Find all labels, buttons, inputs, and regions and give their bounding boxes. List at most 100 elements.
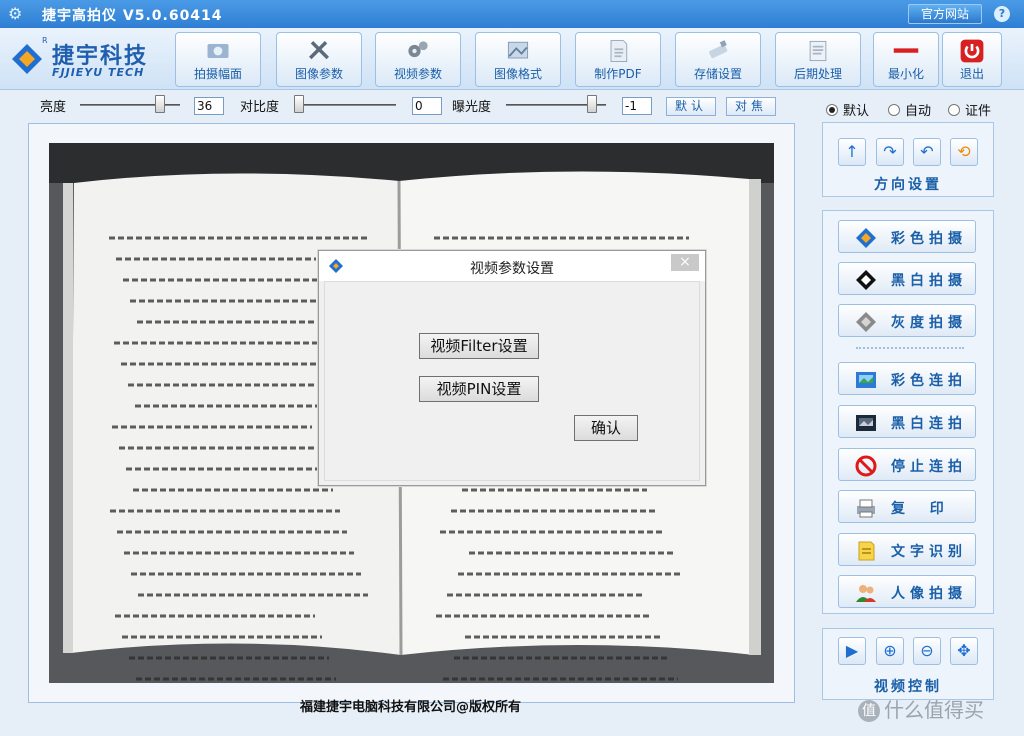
- toolbar-button-1[interactable]: 图像参数: [276, 32, 362, 87]
- mode-radio-1[interactable]: 自动: [888, 100, 931, 119]
- radio-dot[interactable]: [888, 104, 900, 116]
- burst-button-label: 复 印: [891, 501, 949, 517]
- bw-burst-icon: [856, 415, 876, 431]
- toolbar-button-label: 视频参数: [393, 67, 442, 81]
- registered-mark: R: [42, 36, 48, 45]
- burst-button-label: 彩色连拍: [891, 373, 967, 389]
- close-icon[interactable]: ×: [671, 254, 699, 271]
- capture-button-label: 彩色拍摄: [891, 231, 967, 247]
- toolbar-button-5[interactable]: 存储设置: [675, 32, 761, 87]
- fit-screen-icon[interactable]: ✥: [950, 637, 978, 665]
- mode-radio-2[interactable]: 证件: [948, 100, 991, 119]
- power-icon: [960, 39, 984, 63]
- capture-button-label: 灰度拍摄: [891, 315, 967, 331]
- color-burst-icon: [856, 372, 876, 388]
- direction-panel-title: 方向设置: [874, 177, 942, 193]
- exposure-label: 曝光度: [452, 100, 492, 115]
- rotate-left-icon[interactable]: ↶: [913, 138, 941, 166]
- contrast-slider[interactable]: [296, 104, 396, 106]
- dialog-title: 视频参数设置: [470, 261, 554, 277]
- brand-logo: R 捷宇科技 FJJIEYU TECH: [8, 34, 168, 84]
- gears-icon: [408, 41, 428, 58]
- radio-label: 自动: [905, 104, 932, 119]
- gear-icon[interactable]: ⚙: [8, 4, 22, 23]
- exposure-slider-thumb[interactable]: [587, 95, 597, 113]
- burst-button-0[interactable]: 彩色连拍: [838, 362, 976, 395]
- panel-divider: [856, 347, 964, 349]
- toolbar-button-label: 存储设置: [693, 67, 742, 81]
- auto-rotate-icon[interactable]: ⟲: [950, 138, 978, 166]
- radio-dot[interactable]: [948, 104, 960, 116]
- toolbar-button-4[interactable]: 制作PDF: [575, 32, 661, 87]
- toolbar-button-label: 退出: [959, 67, 984, 81]
- burst-button-4[interactable]: 文字识别: [838, 533, 976, 566]
- burst-button-1[interactable]: 黑白连拍: [838, 405, 976, 438]
- default-button[interactable]: 默认: [666, 97, 716, 116]
- help-icon[interactable]: ?: [994, 6, 1010, 22]
- capture-button-0[interactable]: 彩色拍摄: [838, 220, 976, 253]
- copyright-text: 福建捷宇电脑科技有限公司@版权所有: [300, 700, 522, 715]
- dialog-titlebar: 视频参数设置 ×: [319, 251, 705, 281]
- burst-button-label: 停止连拍: [891, 459, 967, 475]
- logo-mark-icon: [12, 44, 42, 74]
- toolbar-button-8[interactable]: 退出: [942, 32, 1002, 87]
- image-format-icon: [507, 41, 529, 59]
- toolbar-button-7[interactable]: 最小化: [873, 32, 939, 87]
- burst-button-3[interactable]: 复 印: [838, 490, 976, 523]
- radio-dot[interactable]: [826, 104, 838, 116]
- burst-button-5[interactable]: 人像拍摄: [838, 575, 976, 608]
- mode-radio-0[interactable]: 默认: [826, 100, 869, 119]
- contrast-value[interactable]: 0: [412, 97, 442, 115]
- brightness-slider-thumb[interactable]: [155, 95, 165, 113]
- color-capture-icon: [856, 228, 876, 248]
- burst-button-label: 文字识别: [891, 544, 967, 560]
- burst-button-2[interactable]: 停止连拍: [838, 448, 976, 481]
- gray-capture-icon: [856, 312, 876, 332]
- app-title: 捷宇高拍仪 V5.0.60414: [42, 8, 223, 24]
- toolbar-button-label: 拍摄幅面: [193, 67, 242, 81]
- toolbar-button-2[interactable]: 视频参数: [375, 32, 461, 87]
- bw-capture-icon: [856, 270, 876, 290]
- notepad-icon: [809, 40, 827, 62]
- rotate-right-icon[interactable]: ↷: [876, 138, 904, 166]
- toolbar-button-label: 后期处理: [793, 67, 842, 81]
- toolbar-button-0[interactable]: 拍摄幅面: [175, 32, 261, 87]
- toolbar-button-label: 制作PDF: [594, 67, 642, 81]
- video-panel-title: 视频控制: [874, 679, 942, 695]
- rotate-up-icon[interactable]: ↑: [838, 138, 866, 166]
- video-camera-icon[interactable]: ▶: [838, 637, 866, 665]
- video-pin-settings-button[interactable]: 视频PIN设置: [419, 376, 539, 402]
- brand-subtitle: FJJIEYU TECH: [52, 66, 145, 79]
- capture-button-1[interactable]: 黑白拍摄: [838, 262, 976, 295]
- exposure-value[interactable]: -1: [622, 97, 652, 115]
- minimize-icon: [893, 48, 919, 53]
- watermark: 值什么值得买: [858, 694, 984, 723]
- video-filter-settings-button[interactable]: 视频Filter设置: [419, 333, 539, 359]
- capture-button-label: 黑白拍摄: [891, 273, 967, 289]
- focus-button[interactable]: 对焦: [726, 97, 776, 116]
- brightness-label: 亮度: [40, 100, 67, 115]
- pdf-icon: [610, 40, 628, 62]
- people-icon: [856, 585, 876, 602]
- brightness-value[interactable]: 36: [194, 97, 224, 115]
- main-toolbar: R 捷宇科技 FJJIEYU TECH 拍摄幅面 图像参数 视频参数 图像格式 制作PD…: [0, 28, 1024, 90]
- radio-label: 证件: [965, 104, 992, 119]
- confirm-button[interactable]: 确认: [574, 415, 638, 441]
- video-params-dialog: 视频参数设置 × 视频Filter设置 视频PIN设置 确认: [318, 250, 706, 486]
- dialog-body: 视频Filter设置 视频PIN设置 确认: [324, 281, 700, 481]
- watermark-text: 什么值得买: [884, 698, 984, 722]
- stop-icon: [855, 455, 877, 477]
- brightness-slider[interactable]: [80, 104, 180, 106]
- zoom-in-icon[interactable]: ⊕: [876, 637, 904, 665]
- toolbar-button-label: 图像格式: [493, 67, 542, 81]
- contrast-slider-thumb[interactable]: [294, 95, 304, 113]
- capture-button-2[interactable]: 灰度拍摄: [838, 304, 976, 337]
- camera-icon: [207, 44, 229, 58]
- toolbar-button-6[interactable]: 后期处理: [775, 32, 861, 87]
- toolbar-button-3[interactable]: 图像格式: [475, 32, 561, 87]
- zoom-out-icon[interactable]: ⊖: [913, 637, 941, 665]
- burst-button-label: 黑白连拍: [891, 416, 967, 432]
- toolbar-button-label: 最小化: [887, 67, 924, 81]
- official-site-button[interactable]: 官方网站: [908, 4, 982, 24]
- radio-label: 默认: [843, 104, 870, 119]
